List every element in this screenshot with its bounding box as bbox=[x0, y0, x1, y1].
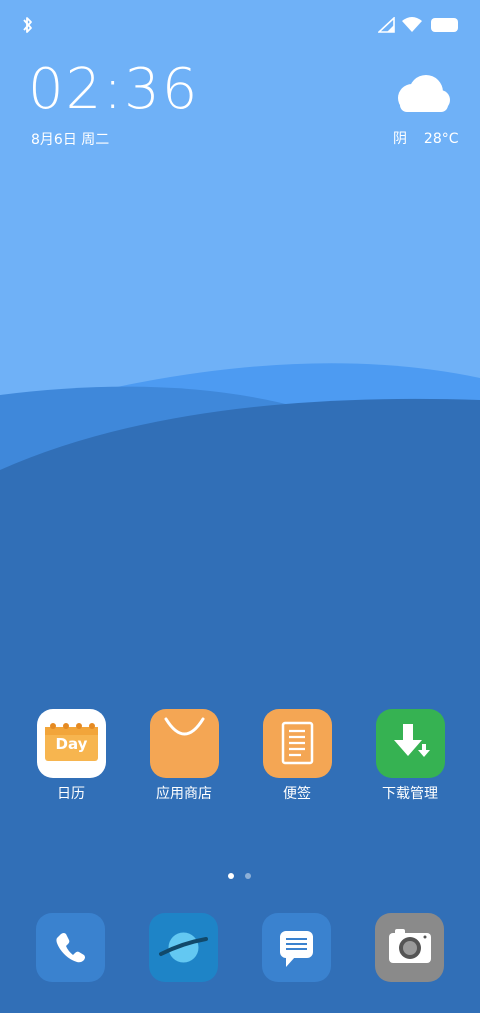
signal-icon bbox=[378, 17, 395, 33]
cloud-icon[interactable] bbox=[392, 72, 452, 116]
wallpaper bbox=[0, 0, 480, 1013]
battery-icon bbox=[431, 18, 458, 32]
phone-icon[interactable] bbox=[36, 913, 105, 982]
lock-clock[interactable]: 02:36 bbox=[28, 62, 199, 118]
calendar-icon-text: Day bbox=[55, 735, 87, 753]
bluetooth-icon bbox=[23, 17, 32, 33]
status-bar bbox=[0, 0, 480, 50]
planet-icon[interactable] bbox=[149, 913, 218, 982]
note-icon bbox=[262, 709, 332, 778]
shopping-bag-icon bbox=[149, 709, 219, 778]
page-dot[interactable] bbox=[245, 873, 251, 879]
lock-date[interactable]: 8月6日 周二 bbox=[31, 129, 109, 149]
app-notes[interactable]: 便签 bbox=[242, 709, 352, 803]
weather-summary[interactable]: 阴 28°C bbox=[393, 128, 459, 148]
app-download-manager[interactable]: 下载管理 bbox=[355, 709, 465, 803]
wifi-icon bbox=[402, 17, 422, 32]
camera-icon[interactable] bbox=[375, 913, 444, 982]
app-label-store: 应用商店 bbox=[156, 786, 212, 802]
download-icon bbox=[375, 709, 445, 778]
app-label-calendar: 日历 bbox=[57, 786, 85, 802]
app-label-download: 下载管理 bbox=[382, 786, 438, 802]
weather-temperature: 28°C bbox=[423, 131, 459, 147]
app-label-notes: 便签 bbox=[283, 786, 311, 802]
message-icon[interactable] bbox=[262, 913, 331, 982]
weather-condition: 阴 bbox=[393, 131, 407, 147]
app-store[interactable]: 应用商店 bbox=[129, 709, 239, 803]
calendar-icon: Day bbox=[36, 709, 106, 778]
page-dot-active[interactable] bbox=[228, 873, 234, 879]
app-calendar[interactable]: Day 日历 bbox=[16, 709, 126, 803]
